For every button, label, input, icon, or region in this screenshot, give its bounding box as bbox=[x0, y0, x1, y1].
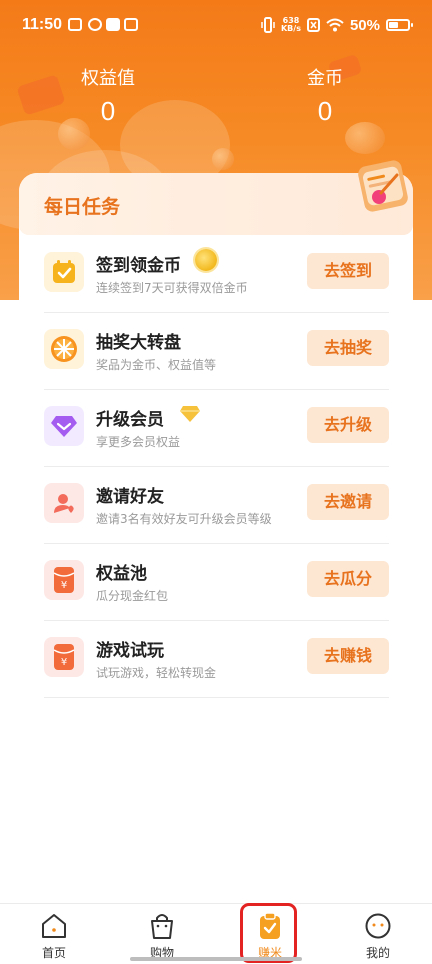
status-time: 11:50 bbox=[22, 16, 63, 33]
notification-icon bbox=[68, 18, 82, 31]
red-packet-icon: ¥ bbox=[44, 637, 84, 677]
status-bar: 11:50 638 KB/s 50% bbox=[0, 0, 432, 50]
calendar-check-icon bbox=[44, 252, 84, 292]
lottery-wheel-icon bbox=[44, 329, 84, 369]
nav-item-profile[interactable]: 我的 bbox=[324, 904, 432, 964]
network-speed-unit: KB/s bbox=[280, 24, 301, 33]
red-packet-icon: ¥ bbox=[44, 560, 84, 600]
task-subtitle: 试玩游戏，轻松转现金 bbox=[96, 666, 217, 680]
shopping-bag-icon bbox=[151, 914, 173, 939]
lottery-button[interactable]: 去抽奖 bbox=[307, 330, 389, 366]
task-subtitle: 享更多会员权益 bbox=[96, 435, 181, 449]
task-item-benefit-pool: ¥ 权益池 瓜分现金红包 去瓜分 bbox=[44, 543, 389, 621]
calendar-clip-icon bbox=[358, 160, 408, 212]
task-title: 签到领金币 bbox=[96, 256, 181, 276]
task-title: 权益池 bbox=[96, 564, 147, 584]
coin-decoration bbox=[212, 148, 234, 170]
task-item-upgrade-member: 升级会员 享更多会员权益 去升级 bbox=[44, 389, 389, 467]
invite-friend-icon bbox=[44, 483, 84, 523]
notification-icon bbox=[106, 18, 120, 31]
gem-icon bbox=[180, 406, 200, 422]
profile-face-icon bbox=[365, 913, 391, 939]
daily-task-card: 每日任务 签到领金币 连续签到7天可获得双倍金币 去签到 抽奖大转盘 奖品为金币… bbox=[19, 160, 413, 733]
home-indicator[interactable] bbox=[130, 957, 302, 961]
points-label: 权益值 bbox=[81, 68, 135, 89]
task-subtitle: 邀请3名有效好友可升级会员等级 bbox=[96, 512, 272, 526]
coins-stat[interactable]: 金币 0 bbox=[255, 64, 395, 127]
active-tab-highlight bbox=[240, 903, 297, 963]
no-sim-icon bbox=[306, 18, 320, 32]
nav-label: 我的 bbox=[365, 946, 390, 960]
nav-item-home[interactable]: 首页 bbox=[0, 904, 108, 964]
task-subtitle: 连续签到7天可获得双倍金币 bbox=[96, 281, 248, 295]
invite-button[interactable]: 去邀请 bbox=[307, 484, 389, 520]
card-title: 每日任务 bbox=[44, 196, 121, 218]
earn-money-button[interactable]: 去赚钱 bbox=[307, 638, 389, 674]
battery-icon bbox=[386, 19, 413, 31]
nav-label: 首页 bbox=[41, 946, 66, 960]
points-value: 0 bbox=[100, 96, 116, 126]
task-title: 邀请好友 bbox=[96, 487, 164, 507]
task-subtitle: 瓜分现金红包 bbox=[96, 589, 169, 603]
coins-label: 金币 bbox=[307, 68, 343, 89]
task-title: 升级会员 bbox=[96, 410, 164, 430]
nav-item-shopping[interactable]: 购物 bbox=[108, 904, 216, 964]
task-title: 抽奖大转盘 bbox=[96, 333, 181, 353]
home-icon bbox=[42, 914, 66, 938]
task-subtitle: 奖品为金币、权益值等 bbox=[96, 358, 217, 372]
mail-icon bbox=[124, 18, 138, 31]
network-speed: 638 KB/s bbox=[281, 17, 301, 33]
svg-text:¥: ¥ bbox=[61, 580, 67, 591]
svg-text:¥: ¥ bbox=[61, 657, 67, 668]
share-pool-button[interactable]: 去瓜分 bbox=[307, 561, 389, 597]
task-title: 游戏试玩 bbox=[96, 641, 164, 661]
diamond-icon bbox=[44, 406, 84, 446]
points-stat[interactable]: 权益值 0 bbox=[38, 64, 178, 127]
bottom-nav: 首页 购物 赚米 我的 bbox=[0, 903, 432, 964]
gold-coin-icon bbox=[195, 249, 217, 271]
upgrade-button[interactable]: 去升级 bbox=[307, 407, 389, 443]
task-item-lottery: 抽奖大转盘 奖品为金币、权益值等 去抽奖 bbox=[44, 312, 389, 390]
coins-value: 0 bbox=[317, 96, 333, 126]
battery-percent: 50% bbox=[349, 16, 380, 34]
task-item-sign-in: 签到领金币 连续签到7天可获得双倍金币 去签到 bbox=[44, 235, 389, 313]
notification-icon bbox=[88, 18, 102, 31]
sign-in-button[interactable]: 去签到 bbox=[307, 253, 389, 289]
vibrate-icon bbox=[261, 17, 275, 33]
wifi-icon bbox=[326, 18, 344, 32]
card-header: 每日任务 bbox=[19, 173, 413, 235]
task-item-game-trial: ¥ 游戏试玩 试玩游戏，轻松转现金 去赚钱 bbox=[44, 620, 389, 698]
task-item-invite: 邀请好友 邀请3名有效好友可升级会员等级 去邀请 bbox=[44, 466, 389, 544]
